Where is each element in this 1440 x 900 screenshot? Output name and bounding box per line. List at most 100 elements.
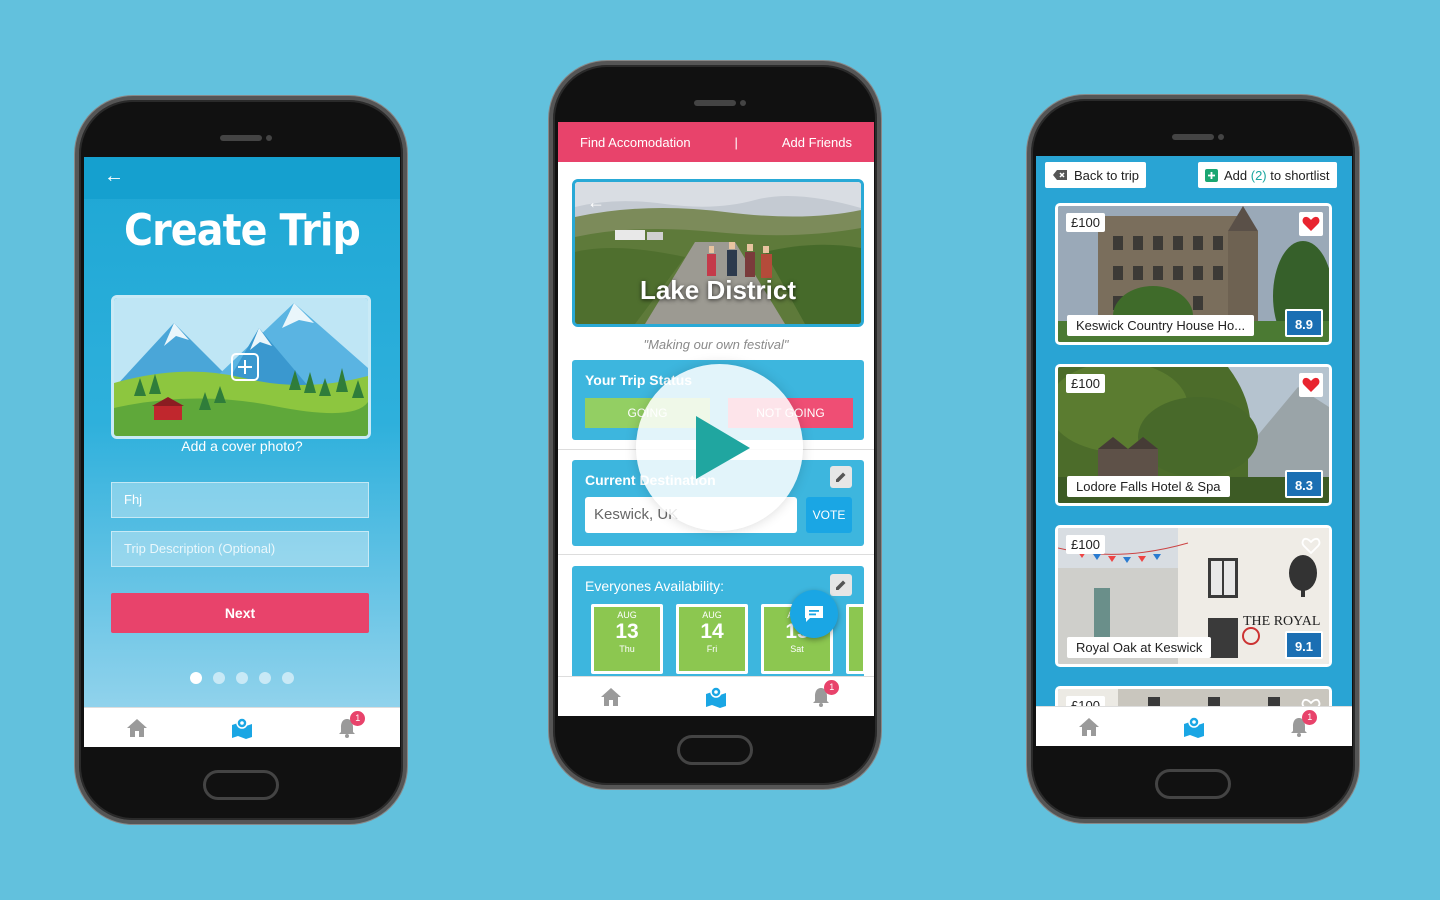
step-indicator [84, 672, 400, 684]
home-button[interactable] [677, 735, 753, 765]
cover-photo-caption: Add a cover photo? [181, 438, 303, 454]
bottom-tab-bar: 1 [84, 707, 400, 747]
trips-tab[interactable] [222, 713, 262, 743]
hotel-card[interactable]: £100 Lodore Falls Hotel & Spa 8.3 [1055, 364, 1332, 506]
notifications-tab[interactable]: 1 [801, 679, 841, 712]
favourite-button[interactable] [1299, 534, 1323, 558]
day-weekday: Thu [619, 644, 635, 654]
home-icon [1078, 717, 1099, 736]
trip-tagline: "Making our own festival" [643, 337, 789, 352]
notification-badge: 1 [1302, 709, 1318, 725]
chat-button[interactable] [790, 590, 838, 638]
cover-photo-picker[interactable] [111, 295, 371, 439]
plus-box-icon [1205, 168, 1218, 182]
home-tab[interactable] [1069, 712, 1109, 742]
phone-camera [1218, 134, 1224, 140]
play-video-button[interactable] [636, 364, 803, 531]
day-month: AUG [617, 610, 637, 620]
home-button[interactable] [1155, 769, 1231, 799]
trips-tab[interactable] [696, 682, 736, 712]
day-card[interactable] [846, 604, 864, 674]
edit-icon[interactable] [830, 574, 852, 596]
day-weekday: Fri [706, 644, 718, 654]
accommodation-screen: Back to trip Add (2) to shortlist £100 K… [1036, 156, 1352, 746]
map-pin-icon [231, 716, 252, 739]
hotel-name: Royal Oak at Keswick [1067, 637, 1212, 658]
divider [558, 554, 874, 555]
hotel-card[interactable]: £100 Keswick Country House Ho... 8.9 [1055, 203, 1332, 345]
favourite-button[interactable] [1299, 373, 1323, 397]
back-to-trip-button[interactable]: Back to trip [1045, 162, 1147, 188]
phone-speaker [1172, 134, 1214, 140]
shortlist-prefix: Add [1224, 167, 1251, 183]
next-button[interactable]: Next [111, 593, 369, 633]
availability-title: Everyones Availability: [585, 578, 725, 594]
rating-score: 8.9 [1285, 309, 1323, 337]
notifications-tab[interactable]: 1 [327, 710, 367, 743]
day-month: AUG [702, 610, 722, 620]
day-card[interactable]: AUG 14 Fri [676, 604, 748, 674]
phone-accommodation-list: Back to trip Add (2) to shortlist £100 K… [1027, 95, 1359, 823]
add-friends-link[interactable]: Add Friends [782, 135, 852, 150]
back-to-trip-label: Back to trip [1074, 167, 1140, 183]
favourite-button[interactable] [1299, 212, 1323, 236]
find-accommodation-link[interactable]: Find Accomodation [580, 135, 691, 150]
chat-icon [805, 606, 823, 622]
trip-hero-image: ← Lake District [572, 179, 864, 327]
home-icon [600, 687, 621, 706]
create-trip-screen: ← Create Trip Add a cover photo? Fhj Tri… [84, 157, 400, 747]
step-dot[interactable] [213, 672, 225, 684]
trip-title: Lake District [639, 275, 797, 305]
step-dot[interactable] [236, 672, 248, 684]
heart-filled-icon [1302, 216, 1320, 231]
phone-speaker [220, 135, 262, 141]
play-icon [696, 416, 750, 479]
bottom-tab-bar: 1 [558, 676, 874, 716]
trip-description-input[interactable]: Trip Description (Optional) [111, 531, 369, 567]
header-bar: ← [84, 157, 400, 199]
price-tag: £100 [1066, 535, 1105, 554]
home-button[interactable] [203, 770, 279, 800]
trips-tab[interactable] [1174, 712, 1214, 742]
day-number: 14 [700, 620, 724, 643]
hotel-name: Lodore Falls Hotel & Spa [1067, 476, 1230, 497]
home-tab[interactable] [591, 682, 631, 712]
vote-button[interactable]: VOTE [806, 497, 852, 533]
heart-outline-icon [1301, 537, 1321, 555]
trip-name-input[interactable]: Fhj [111, 482, 369, 518]
day-weekday: Sat [790, 644, 804, 654]
hotel-card[interactable]: THE ROYAL £100 Royal Oak at Keswick 9.1 [1055, 525, 1332, 667]
step-dot[interactable] [282, 672, 294, 684]
top-action-bar: Find Accomodation | Add Friends [558, 122, 874, 162]
home-tab[interactable] [117, 713, 157, 743]
delete-back-icon [1053, 170, 1067, 180]
mountain-illustration [114, 298, 368, 436]
back-arrow-icon[interactable]: ← [587, 192, 605, 213]
step-dot[interactable] [190, 672, 202, 684]
rating-score: 9.1 [1285, 631, 1323, 659]
notifications-tab[interactable]: 1 [1279, 709, 1319, 742]
page-title: Create Trip [124, 205, 361, 256]
add-to-shortlist-button[interactable]: Add (2) to shortlist [1198, 162, 1337, 188]
separator: | [734, 134, 738, 150]
day-card[interactable]: AUG 13 Thu [591, 604, 663, 674]
bottom-tab-bar: 1 [1036, 706, 1352, 746]
shortlist-suffix: to shortlist [1266, 167, 1330, 183]
phone-speaker [694, 100, 736, 106]
shortlist-count: (2) [1250, 167, 1267, 183]
heart-filled-icon [1302, 377, 1320, 392]
map-pin-icon [705, 685, 726, 708]
day-number: 13 [615, 620, 639, 643]
phone-create-trip: ← Create Trip Add a cover photo? Fhj Tri… [75, 96, 407, 824]
edit-icon[interactable] [830, 466, 852, 488]
back-arrow-icon[interactable]: ← [104, 165, 124, 188]
hotel-name: Keswick Country House Ho... [1067, 315, 1255, 336]
notification-badge: 1 [824, 679, 840, 695]
step-dot[interactable] [259, 672, 271, 684]
map-pin-icon [1183, 715, 1204, 738]
price-tag: £100 [1066, 213, 1105, 232]
hotel-sign: THE ROYAL [1243, 614, 1320, 629]
rating-score: 8.3 [1285, 470, 1323, 498]
price-tag: £100 [1066, 374, 1105, 393]
home-icon [126, 718, 147, 737]
